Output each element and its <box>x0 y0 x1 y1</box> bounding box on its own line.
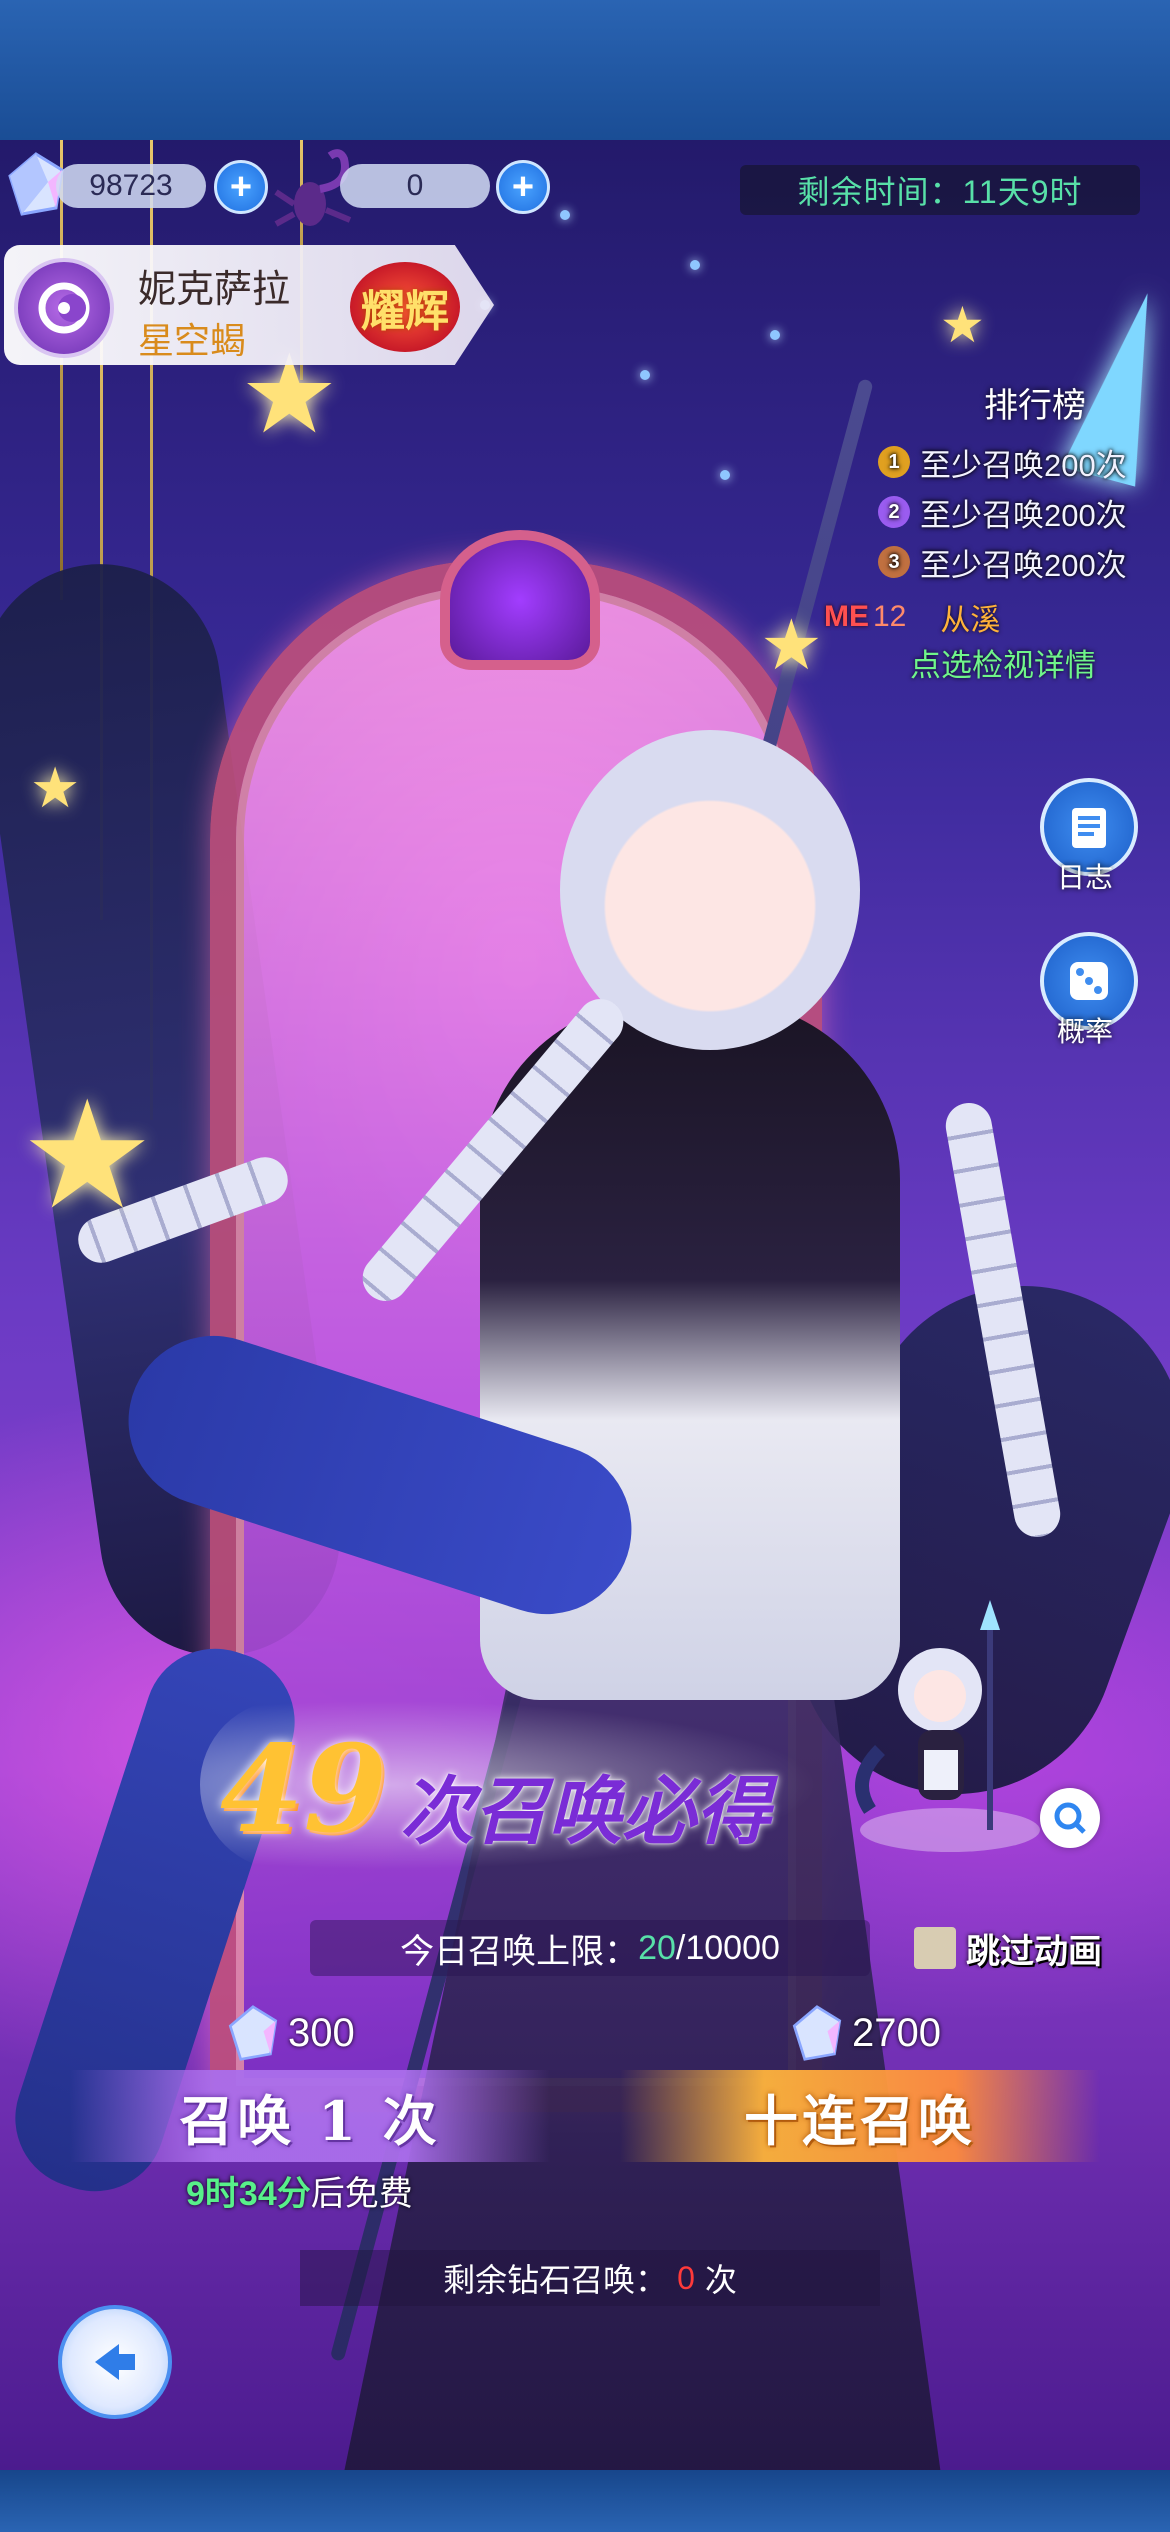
medal-icon: 2 <box>878 496 910 528</box>
back-button[interactable] <box>58 2305 172 2419</box>
chibi-hero-preview[interactable] <box>840 1600 1050 1860</box>
hero-faction-icon <box>14 258 114 358</box>
rate-label: 概率 <box>1056 1016 1113 1047</box>
remaining-count: 0 <box>677 2259 695 2296</box>
daily-limit-label: 今日召唤上限： <box>400 1932 639 1971</box>
skip-animation-checkbox[interactable] <box>914 1927 956 1969</box>
pity-count: 49 <box>220 1719 387 1860</box>
add-gems-button[interactable]: + <box>214 160 268 214</box>
gem-icon <box>228 2005 278 2061</box>
free-pull-countdown: 9时34分后免费 <box>186 2166 413 2215</box>
leaderboard-detail-link[interactable]: 点选检视详情 <box>910 640 1096 685</box>
remaining-suffix: 次 <box>704 2262 737 2298</box>
medal-icon: 1 <box>878 446 910 478</box>
skip-animation-label: 跳过动画 <box>966 1932 1102 1971</box>
remaining-prefix: 剩余钻石召唤： <box>443 2262 668 2298</box>
add-scorpion-tokens-button[interactable]: + <box>496 160 550 214</box>
plus-icon: + <box>229 165 253 208</box>
free-pull-suffix: 后免费 <box>310 2175 413 2213</box>
event-timer: 剩余时间：11天9时 <box>740 165 1140 215</box>
daily-limit-max: /10000 <box>675 1928 780 1967</box>
ten-pull-label: 十连召唤 <box>744 2088 976 2153</box>
single-pull-cost-value: 300 <box>288 2010 355 2055</box>
hero-name: 妮克萨拉 <box>138 269 291 311</box>
single-pull-button[interactable]: 召唤 1 次 <box>70 2070 550 2162</box>
leaderboard-row-text: 至少召唤200次 <box>920 497 1127 533</box>
ten-pull-cost: 2700 <box>792 2005 941 2061</box>
ten-pull-button[interactable]: 十连召唤 <box>620 2070 1100 2162</box>
hero-rank-badge: 耀辉 <box>350 262 460 352</box>
top-frame <box>0 0 1170 140</box>
remaining-diamond-summons: 剩余钻石召唤： 0 次 <box>300 2250 880 2306</box>
my-rank-number: 12 <box>873 600 907 633</box>
pity-text: 次召唤必得 <box>400 1769 770 1855</box>
bottom-frame <box>0 2470 1170 2532</box>
scorpion-token-count: 0 <box>406 169 424 202</box>
skip-animation-toggle[interactable]: 跳过动画 <box>914 1922 1102 1974</box>
leaderboard-row: 3 至少召唤200次 <box>878 540 1127 584</box>
search-icon <box>1054 1802 1086 1834</box>
medal-icon: 3 <box>878 546 910 578</box>
leaderboard-row-text: 至少召唤200次 <box>920 447 1127 483</box>
gem-counter: 98723 <box>56 164 206 208</box>
daily-limit-used: 20 <box>638 1928 676 1967</box>
ten-pull-cost-value: 2700 <box>852 2010 941 2055</box>
leaderboard-row-text: 至少召唤200次 <box>920 547 1127 583</box>
hero-preview-button[interactable] <box>1040 1788 1100 1848</box>
gem-count: 98723 <box>89 169 173 202</box>
me-tag: ME <box>824 600 869 633</box>
gem-icon <box>792 2005 842 2061</box>
leaderboard-title[interactable]: 排行榜 <box>984 378 1086 427</box>
leaderboard-row: 1 至少召唤200次 <box>878 440 1127 484</box>
daily-summon-limit: 今日召唤上限： 20 /10000 <box>310 1920 870 1976</box>
dice-icon <box>1070 962 1108 1000</box>
leaderboard-row: 2 至少召唤200次 <box>878 490 1127 534</box>
log-label: 日志 <box>1056 862 1113 893</box>
single-pull-cost: 300 <box>228 2005 355 2061</box>
plus-icon: + <box>511 165 535 208</box>
free-pull-time: 9时34分 <box>186 2175 311 2213</box>
scorpion-token-counter: 0 <box>340 164 490 208</box>
book-icon <box>1072 808 1106 848</box>
single-pull-label: 召唤 1 次 <box>179 2088 441 2153</box>
hero-title: 星空蝎 <box>138 320 247 361</box>
leaderboard-my-rank: ME 12 从溪 <box>824 596 1000 638</box>
back-arrow-icon <box>95 2344 135 2380</box>
my-player-name: 从溪 <box>940 604 1001 637</box>
